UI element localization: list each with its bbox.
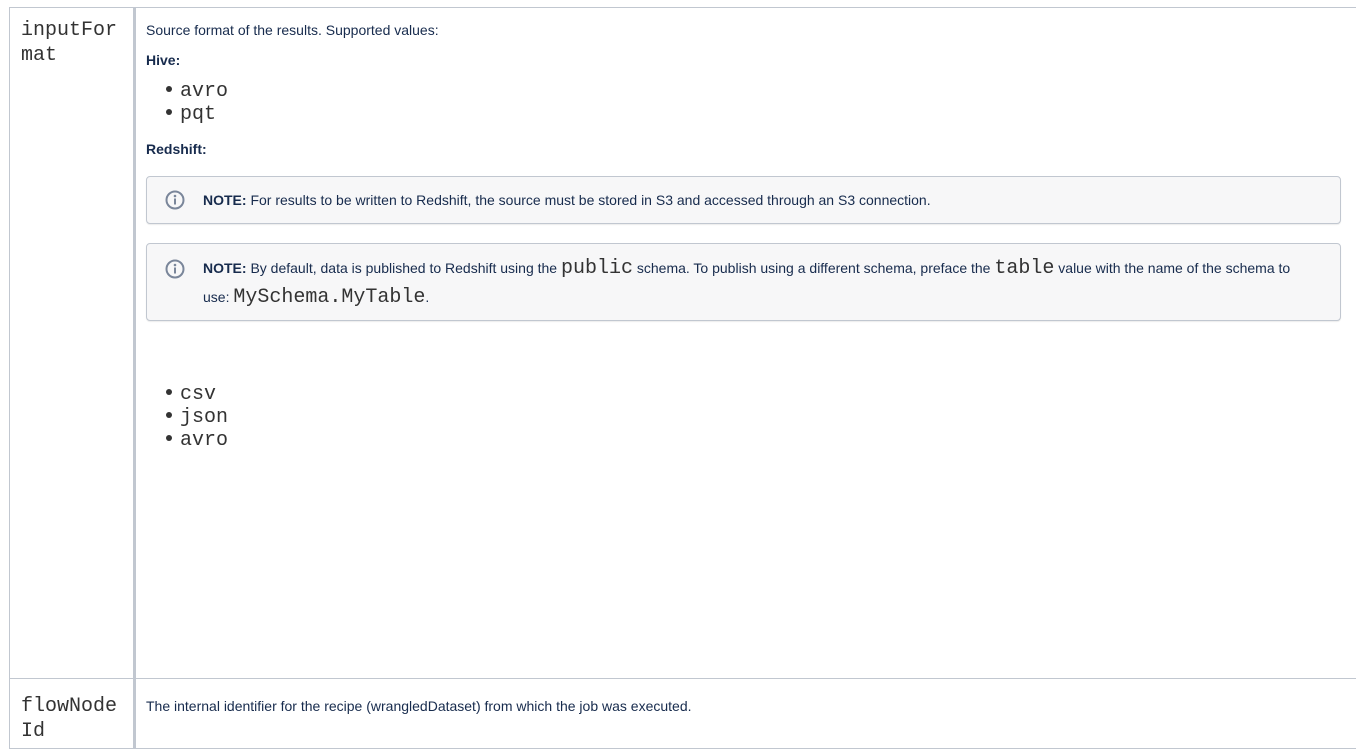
inline-code: public (561, 257, 633, 280)
bullet-icon (166, 86, 172, 92)
note-label: NOTE: (203, 192, 247, 208)
note-body: By default, data is published to Redshif… (247, 260, 561, 276)
hive-heading: Hive: (146, 50, 1350, 70)
param-description-cell: The internal identifier for the recipe (… (135, 679, 1356, 749)
note-panel: NOTE: For results to be written to Redsh… (146, 176, 1341, 224)
list-item: avro (166, 431, 1350, 451)
description-text: The internal identifier for the recipe (… (146, 696, 1350, 716)
redshift-format-list: csv json avro (146, 385, 1350, 451)
note-panel: NOTE: By default, data is published to R… (146, 243, 1341, 321)
inline-code: table (994, 257, 1054, 280)
bullet-icon (166, 389, 172, 395)
list-item: pqt (166, 105, 1350, 125)
note-text: NOTE: For results to be written to Redsh… (203, 190, 1320, 210)
description-text: Source format of the results. Supported … (146, 20, 1350, 40)
list-item-text: json (180, 406, 228, 429)
inline-code: MySchema.MyTable (233, 286, 425, 309)
note-text: NOTE: By default, data is published to R… (203, 254, 1320, 312)
table-row: flowNodeId The internal identifier for t… (10, 679, 1356, 749)
param-name-cell: inputFormat (10, 8, 135, 679)
list-item-text: avro (180, 80, 228, 103)
list-item: json (166, 408, 1350, 428)
bullet-icon (166, 109, 172, 115)
list-item-text: csv (180, 383, 216, 406)
param-name-cell: flowNodeId (10, 679, 135, 749)
info-icon (165, 190, 185, 210)
list-item: avro (166, 82, 1350, 102)
list-item-text: pqt (180, 103, 216, 126)
list-item-text: avro (180, 429, 228, 452)
table-row: inputFormat Source format of the results… (10, 8, 1356, 679)
param-description-cell: Source format of the results. Supported … (135, 8, 1356, 679)
parameter-table: inputFormat Source format of the results… (9, 7, 1356, 749)
note-label: NOTE: (203, 260, 247, 276)
note-body: . (425, 289, 429, 305)
redshift-heading: Redshift: (146, 139, 1350, 159)
info-icon (165, 259, 185, 279)
bullet-icon (166, 435, 172, 441)
note-body: For results to be written to Redshift, t… (247, 192, 931, 208)
hive-format-list: avro pqt (146, 82, 1350, 125)
bullet-icon (166, 412, 172, 418)
note-body: schema. To publish using a different sch… (633, 260, 994, 276)
list-item: csv (166, 385, 1350, 405)
